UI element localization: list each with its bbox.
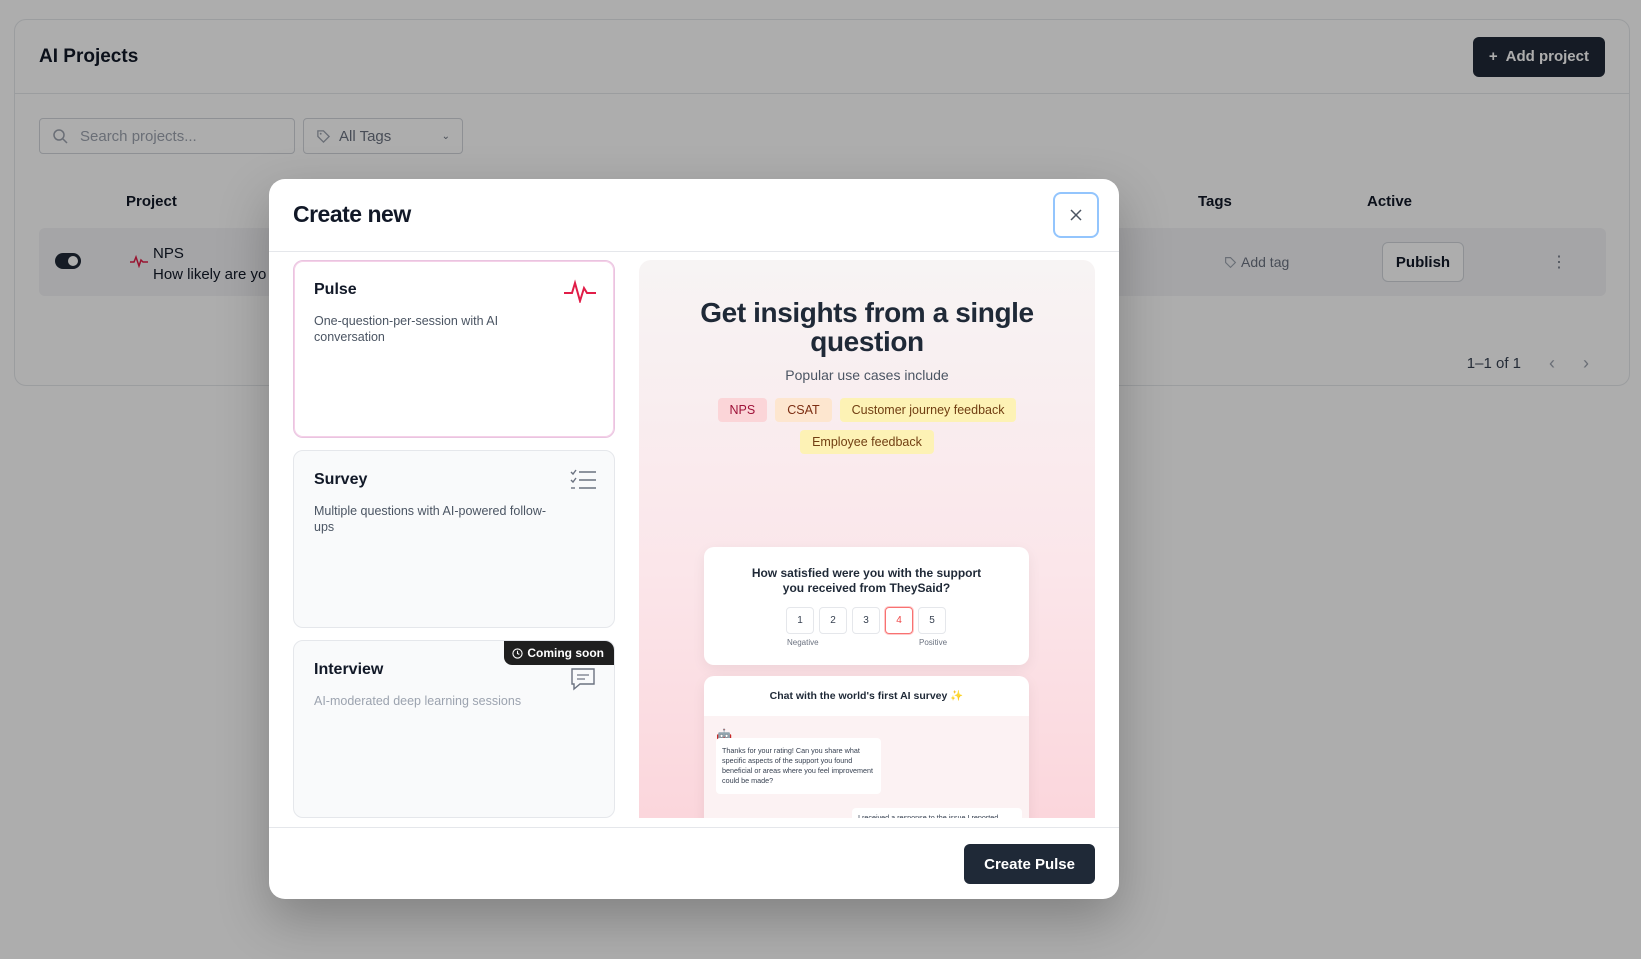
- type-preview-panel: Get insights from a single question Popu…: [639, 260, 1095, 818]
- dialog-header: Create new: [269, 179, 1119, 252]
- dialog-title: Create new: [293, 201, 411, 227]
- type-card-survey[interactable]: Survey Multiple questions with AI-powere…: [293, 450, 615, 628]
- type-name: Survey: [314, 471, 368, 488]
- use-case-chip: CSAT: [775, 398, 832, 422]
- rating-option: 2: [819, 607, 847, 634]
- preview-headline: Get insights from a single question: [700, 297, 1034, 357]
- type-description: AI-moderated deep learning sessions: [314, 694, 522, 708]
- checklist-icon: [570, 469, 596, 489]
- rating-option: 3: [852, 607, 880, 634]
- use-case-chip: Employee feedback: [800, 430, 934, 454]
- type-name: Pulse: [314, 281, 357, 298]
- create-new-dialog: Create new Pulse One-question-per-sessio…: [269, 179, 1119, 899]
- close-icon: [1070, 209, 1082, 221]
- rating-option: 5: [918, 607, 946, 634]
- coming-soon-label: Coming soon: [527, 646, 604, 660]
- scale-low-label: Negative: [787, 638, 819, 647]
- chat-icon: [571, 668, 595, 691]
- scale-high-label: Positive: [919, 638, 948, 647]
- use-case-chip: NPS: [717, 398, 768, 422]
- rating-option-selected: 4: [885, 607, 913, 634]
- chat-title: Chat with the world's first AI survey ✨: [769, 690, 964, 702]
- project-type-list: Pulse One-question-per-session with AI c…: [293, 260, 615, 830]
- preview-subtitle: Popular use cases include: [785, 367, 949, 383]
- chat-mockup: Chat with the world's first AI survey ✨ …: [704, 676, 1029, 818]
- bot-message: Thanks for your rating! Can you share wh…: [716, 738, 881, 794]
- rating-mockup: How satisfied were you with the support …: [704, 547, 1029, 665]
- type-card-interview: Coming soon Interview AI-moderated deep …: [293, 640, 615, 818]
- clock-icon: [512, 647, 523, 659]
- rating-question: How satisfied were you with the support …: [751, 566, 982, 595]
- close-button[interactable]: [1053, 192, 1099, 238]
- pulse-icon: [564, 279, 596, 303]
- type-description: Multiple questions with AI-powered follo…: [314, 504, 547, 534]
- rating-option: 1: [786, 607, 814, 634]
- use-case-chip: Customer journey feedback: [839, 398, 1017, 422]
- dialog-footer: Create Pulse: [269, 827, 1119, 899]
- chat-body: 🤖 Thanks for your rating! Can you share …: [704, 716, 1029, 818]
- rating-scale: 1 2 3 4 5: [786, 607, 946, 634]
- type-card-pulse[interactable]: Pulse One-question-per-session with AI c…: [293, 260, 615, 438]
- create-pulse-button[interactable]: Create Pulse: [964, 844, 1095, 884]
- type-description: One-question-per-session with AI convers…: [314, 314, 499, 344]
- use-case-chips: NPS CSAT Customer journey feedback Emplo…: [699, 398, 1035, 454]
- coming-soon-badge: Coming soon: [504, 641, 614, 665]
- user-message: I received a response to the issue I rep…: [852, 808, 1022, 818]
